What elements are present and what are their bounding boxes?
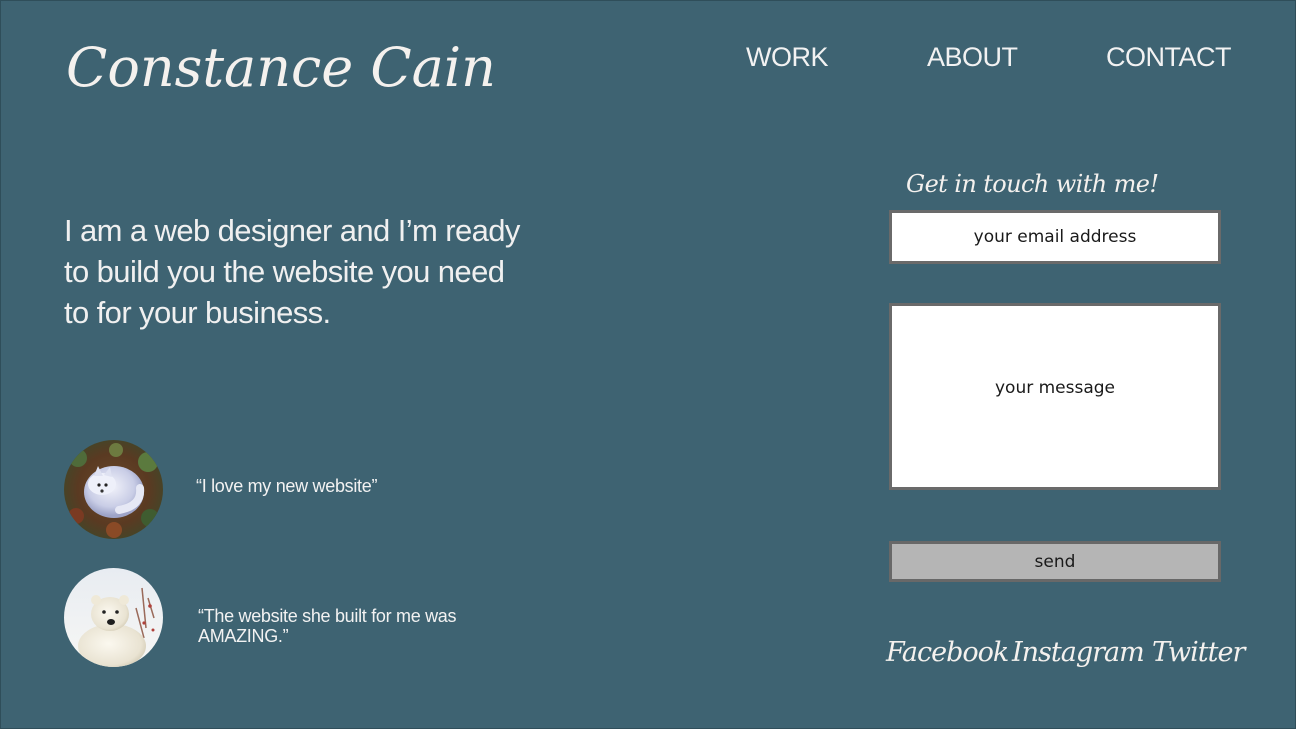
nav-link-about[interactable]: ABOUT bbox=[927, 42, 1018, 73]
social-link-twitter[interactable]: Twitter bbox=[1152, 637, 1245, 668]
testimonial: “I love my new website” bbox=[64, 440, 524, 540]
contact-heading: Get in touch with me! bbox=[906, 170, 1159, 198]
testimonial: “The website she built for me was AMAZIN… bbox=[64, 568, 524, 668]
social-link-facebook[interactable]: Facebook bbox=[886, 637, 1009, 668]
main-nav: WORK ABOUT CONTACT bbox=[0, 42, 1296, 76]
testimonial-quote: “I love my new website” bbox=[196, 476, 378, 496]
send-button[interactable]: send bbox=[889, 541, 1221, 582]
email-field[interactable] bbox=[889, 210, 1221, 264]
nav-link-contact[interactable]: CONTACT bbox=[1106, 42, 1232, 73]
hero-tagline: I am a web designer and I’m ready to bui… bbox=[64, 213, 520, 330]
social-link-instagram[interactable]: Instagram bbox=[1012, 637, 1145, 668]
message-field[interactable] bbox=[889, 303, 1221, 490]
polar-bear-photo bbox=[64, 568, 163, 667]
nav-link-work[interactable]: WORK bbox=[746, 42, 829, 73]
testimonial-quote: “The website she built for me was AMAZIN… bbox=[198, 606, 457, 646]
arctic-fox-photo bbox=[64, 440, 163, 539]
avatar bbox=[64, 568, 163, 667]
avatar bbox=[64, 440, 163, 539]
